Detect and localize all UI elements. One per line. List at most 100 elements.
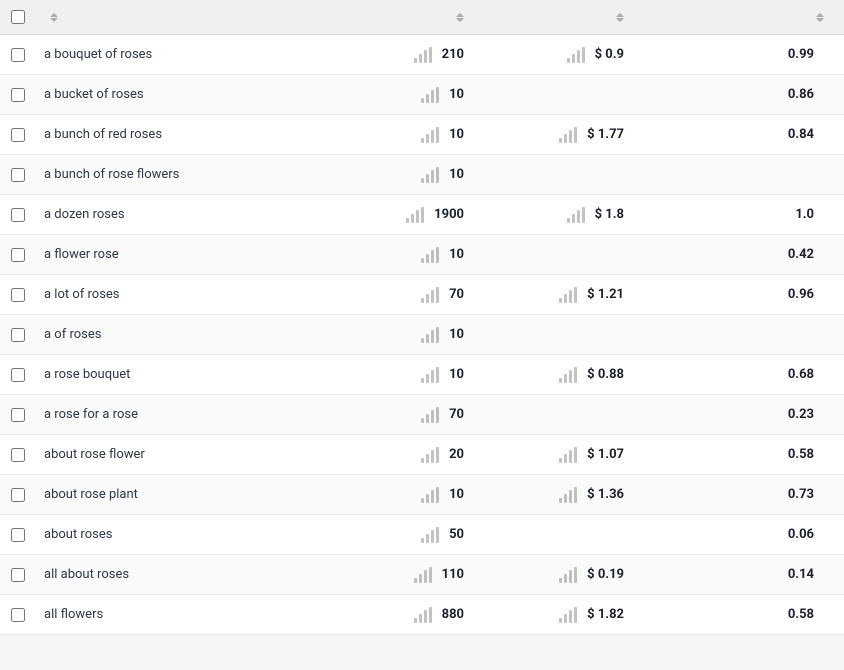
cpc-cell (484, 405, 644, 425)
cpc-bar-icon (567, 207, 585, 223)
cpc-value: $ 1.82 (587, 607, 624, 622)
competition-value: 0.58 (788, 607, 814, 622)
competition-cell: 0.58 (644, 437, 844, 472)
row-checkbox[interactable] (11, 448, 25, 462)
competition-value: 0.99 (788, 47, 814, 62)
cpc-cell: $ 1.36 (484, 477, 644, 513)
cpc-bar-icon (559, 287, 577, 303)
competition-value: 1.0 (795, 207, 814, 222)
row-checkbox[interactable] (11, 248, 25, 262)
volume-cell: 50 (304, 517, 484, 553)
cpc-cell: $ 0.19 (484, 557, 644, 593)
cpc-cell: $ 1.82 (484, 597, 644, 633)
row-checkbox[interactable] (11, 408, 25, 422)
volume-bar-icon (421, 127, 439, 143)
cpc-bar-icon (559, 127, 577, 143)
volume-cell: 70 (304, 277, 484, 313)
competition-value: 0.42 (788, 247, 814, 262)
header-cpc[interactable] (484, 13, 644, 22)
competition-cell: 0.86 (644, 77, 844, 112)
row-checkbox[interactable] (11, 528, 25, 542)
row-checkbox[interactable] (11, 88, 25, 102)
table-row: about roses500.06 (0, 515, 844, 555)
row-checkbox[interactable] (11, 488, 25, 502)
volume-bar-icon (421, 87, 439, 103)
competition-value: 0.14 (788, 567, 814, 582)
competition-cell: 0.42 (644, 237, 844, 272)
keyword-sort-icon[interactable] (50, 13, 58, 22)
row-checkbox[interactable] (11, 168, 25, 182)
row-checkbox[interactable] (11, 288, 25, 302)
table-row: a rose for a rose700.23 (0, 395, 844, 435)
volume-sort-icon[interactable] (456, 13, 464, 22)
row-checkbox-cell (0, 88, 36, 102)
keyword-cell: about rose plant (36, 477, 304, 512)
header-search-volume[interactable] (304, 13, 484, 22)
cpc-value: $ 1.36 (587, 487, 624, 502)
row-checkbox-cell (0, 48, 36, 62)
keyword-cell: a flower rose (36, 237, 304, 272)
volume-bar-icon (421, 287, 439, 303)
row-checkbox-cell (0, 528, 36, 542)
table-row: a lot of roses70$ 1.210.96 (0, 275, 844, 315)
cpc-value: $ 1.77 (587, 127, 624, 142)
competition-sort-icon[interactable] (816, 13, 824, 22)
row-checkbox-cell (0, 608, 36, 622)
row-checkbox[interactable] (11, 208, 25, 222)
cpc-cell (484, 165, 644, 185)
select-all-checkbox[interactable] (11, 10, 25, 24)
volume-value: 210 (442, 47, 464, 62)
cpc-value: $ 1.07 (587, 447, 624, 462)
volume-bar-icon (414, 47, 432, 63)
volume-cell: 10 (304, 317, 484, 353)
cpc-cell: $ 1.07 (484, 437, 644, 473)
volume-value: 1900 (434, 207, 464, 222)
cpc-sort-icon[interactable] (616, 13, 624, 22)
competition-value: 0.84 (788, 127, 814, 142)
row-checkbox[interactable] (11, 368, 25, 382)
header-keyword[interactable] (36, 13, 304, 22)
volume-cell: 110 (304, 557, 484, 593)
competition-cell: 0.58 (644, 597, 844, 632)
header-competition[interactable] (644, 13, 844, 22)
row-checkbox-cell (0, 128, 36, 142)
table-body: a bouquet of roses210$ 0.90.99a bucket o… (0, 35, 844, 635)
keyword-cell: about rose flower (36, 437, 304, 472)
keyword-cell: a bucket of roses (36, 77, 304, 112)
competition-cell: 0.23 (644, 397, 844, 432)
competition-cell: 0.99 (644, 37, 844, 72)
keyword-cell: a rose for a rose (36, 397, 304, 432)
volume-value: 50 (449, 527, 464, 542)
volume-cell: 10 (304, 357, 484, 393)
cpc-cell: $ 0.88 (484, 357, 644, 393)
table-row: all about roses110$ 0.190.14 (0, 555, 844, 595)
row-checkbox[interactable] (11, 568, 25, 582)
volume-bar-icon (421, 527, 439, 543)
table-row: a of roses10 (0, 315, 844, 355)
table-row: a bouquet of roses210$ 0.90.99 (0, 35, 844, 75)
competition-cell: 0.84 (644, 117, 844, 152)
cpc-value: $ 1.8 (595, 207, 624, 222)
volume-bar-icon (421, 487, 439, 503)
row-checkbox[interactable] (11, 128, 25, 142)
row-checkbox[interactable] (11, 48, 25, 62)
volume-bar-icon (414, 567, 432, 583)
volume-bar-icon (421, 367, 439, 383)
table-header (0, 0, 844, 35)
cpc-cell: $ 0.9 (484, 37, 644, 73)
volume-cell: 880 (304, 597, 484, 633)
row-checkbox[interactable] (11, 608, 25, 622)
cpc-value: $ 0.9 (595, 47, 624, 62)
volume-value: 10 (449, 167, 464, 182)
cpc-bar-icon (567, 47, 585, 63)
table-row: a dozen roses1900$ 1.81.0 (0, 195, 844, 235)
cpc-cell: $ 1.8 (484, 197, 644, 233)
cpc-value: $ 0.19 (587, 567, 624, 582)
keyword-table: a bouquet of roses210$ 0.90.99a bucket o… (0, 0, 844, 635)
row-checkbox-cell (0, 288, 36, 302)
keyword-cell: a bunch of red roses (36, 117, 304, 152)
competition-value: 0.23 (788, 407, 814, 422)
row-checkbox[interactable] (11, 328, 25, 342)
cpc-cell (484, 525, 644, 545)
competition-value: 0.58 (788, 447, 814, 462)
